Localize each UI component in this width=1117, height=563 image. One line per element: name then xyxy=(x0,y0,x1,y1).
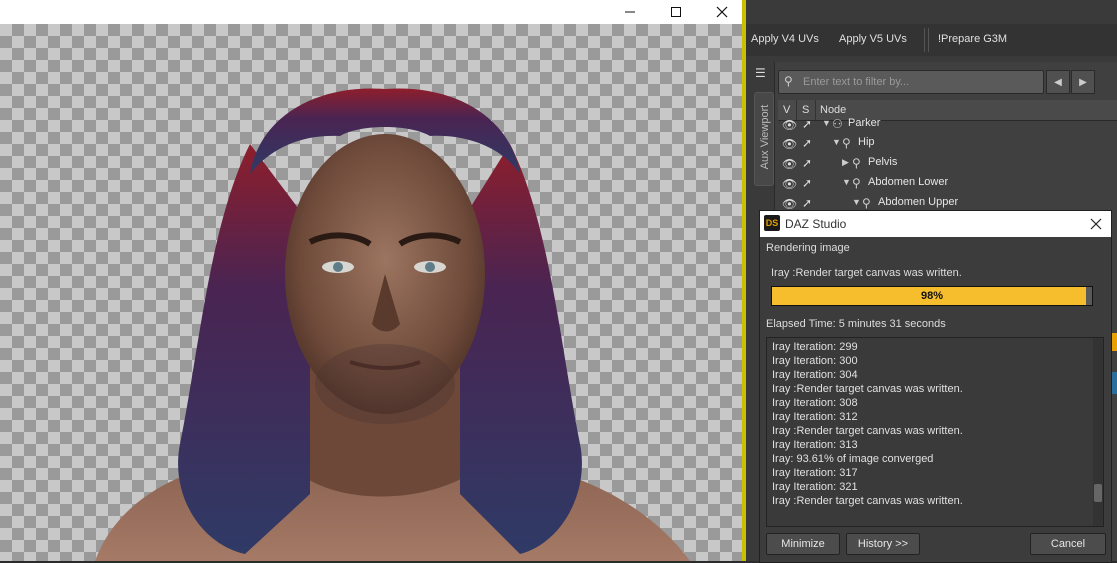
expand-toggle-icon[interactable]: ▶ xyxy=(842,157,849,168)
prepare-g3m-button[interactable]: !Prepare G3M xyxy=(938,33,1007,45)
maximize-icon xyxy=(671,7,681,17)
render-progress-bar: 98% xyxy=(771,286,1093,306)
eye-icon[interactable]: 👁 xyxy=(782,197,797,211)
bone-icon: ⚲ xyxy=(862,196,871,210)
panel-menu-icon[interactable]: ☰ xyxy=(755,66,771,82)
pointer-icon[interactable]: ➚ xyxy=(802,196,812,210)
dialog-close-button[interactable] xyxy=(1085,213,1107,235)
log-line: Iray Iteration: 308 xyxy=(772,397,858,409)
progress-percent-label: 98% xyxy=(920,290,944,302)
expand-toggle-icon[interactable]: ▼ xyxy=(822,118,831,128)
expand-toggle-icon[interactable]: ▼ xyxy=(842,177,851,187)
log-line: Iray :Render target canvas was written. xyxy=(772,425,963,437)
eye-icon[interactable]: 👁 xyxy=(782,137,797,151)
filter-input[interactable] xyxy=(803,74,1033,90)
apply-v5-uvs-button[interactable]: Apply V5 UVs xyxy=(839,33,907,45)
node-label: Pelvis xyxy=(868,156,898,168)
eye-icon[interactable]: 👁 xyxy=(782,157,797,171)
node-label: Parker xyxy=(848,117,881,129)
minimize-button[interactable]: Minimize xyxy=(766,533,840,555)
dialog-title: DAZ Studio xyxy=(785,217,847,231)
render-titlebar xyxy=(0,0,745,24)
tab-aux-viewport-label: Aux Viewport xyxy=(759,104,771,170)
log-line: Iray Iteration: 317 xyxy=(772,467,858,479)
daz-studio-logo-icon: DS xyxy=(764,215,780,231)
bone-icon: ⚲ xyxy=(852,156,861,170)
tab-aux-viewport[interactable]: Aux Viewport xyxy=(754,92,774,186)
log-line: Iray Iteration: 299 xyxy=(772,341,858,353)
rendered-portrait-image xyxy=(95,88,690,561)
toolbar-divider xyxy=(928,28,929,52)
dialog-titlebar: DS DAZ Studio xyxy=(760,211,1111,237)
render-window xyxy=(0,0,745,561)
dialog-heading: Rendering image xyxy=(766,242,850,254)
log-line: Iray: 93.61% of image converged xyxy=(772,453,934,465)
log-scrollbar-thumb[interactable] xyxy=(1094,484,1102,502)
eye-icon[interactable]: 👁 xyxy=(782,118,797,132)
log-scrollbar[interactable] xyxy=(1093,338,1103,526)
expand-toggle-icon[interactable]: ▼ xyxy=(852,197,861,207)
toolbar-divider xyxy=(924,28,925,52)
render-progress-dialog: DS DAZ Studio Rendering image Iray :Rend… xyxy=(759,210,1112,563)
node-label: Abdomen Upper xyxy=(878,196,959,208)
window-maximize-button[interactable] xyxy=(653,0,699,24)
toolbar: Apply V4 UVs Apply V5 UVs !Prepare G3M xyxy=(746,24,1117,56)
minimize-icon xyxy=(625,11,635,13)
log-line: Iray :Render target canvas was written. xyxy=(772,383,963,395)
figure-icon: ⚇ xyxy=(832,117,843,131)
log-line: Iray :Render target canvas was written. xyxy=(772,495,963,507)
render-canvas xyxy=(0,24,745,561)
tree-row[interactable]: 👁 ➚ ▼ ⚲ Abdomen Lower xyxy=(778,173,1117,193)
window-close-button[interactable] xyxy=(699,0,745,24)
bone-icon: ⚲ xyxy=(842,136,851,150)
tree-row[interactable]: 👁 ➚ ▼ ⚇ Parker xyxy=(778,114,1117,134)
close-icon xyxy=(716,6,728,18)
bone-icon: ⚲ xyxy=(852,176,861,190)
apply-v4-uvs-button[interactable]: Apply V4 UVs xyxy=(751,33,819,45)
elapsed-time-label: Elapsed Time: 5 minutes 31 seconds xyxy=(766,318,946,330)
pointer-icon[interactable]: ➚ xyxy=(802,176,812,190)
pointer-icon[interactable]: ➚ xyxy=(802,136,812,150)
render-log[interactable]: Iray Iteration: 299 Iray Iteration: 300 … xyxy=(766,337,1104,527)
history-button[interactable]: History >> xyxy=(846,533,920,555)
log-line: Iray Iteration: 312 xyxy=(772,411,858,423)
back-arrow-button[interactable]: ◀ xyxy=(1046,70,1070,94)
search-icon: ⚲ xyxy=(784,74,793,88)
pointer-icon[interactable]: ➚ xyxy=(802,117,812,131)
tree-row[interactable]: 👁 ➚ ▼ ⚲ Hip xyxy=(778,133,1117,153)
window-minimize-button[interactable] xyxy=(607,0,653,24)
arrow-right-icon: ▶ xyxy=(1079,76,1087,88)
close-icon xyxy=(1090,218,1102,230)
eye-icon[interactable]: 👁 xyxy=(782,177,797,191)
log-line: Iray Iteration: 313 xyxy=(772,439,858,451)
expand-toggle-icon[interactable]: ▼ xyxy=(832,137,841,147)
arrow-left-icon: ◀ xyxy=(1054,76,1062,88)
filter-bar: ⚲ xyxy=(778,70,1044,94)
log-lines: Iray Iteration: 299 Iray Iteration: 300 … xyxy=(772,340,963,508)
pointer-icon[interactable]: ➚ xyxy=(802,156,812,170)
forward-arrow-button[interactable]: ▶ xyxy=(1071,70,1095,94)
log-line: Iray Iteration: 321 xyxy=(772,481,858,493)
tree-row[interactable]: 👁 ➚ ▶ ⚲ Pelvis xyxy=(778,153,1117,173)
log-line: Iray Iteration: 300 xyxy=(772,355,858,367)
node-label: Hip xyxy=(858,136,875,148)
render-status-text: Iray :Render target canvas was written. xyxy=(771,267,962,279)
cancel-button[interactable]: Cancel xyxy=(1030,533,1106,555)
log-line: Iray Iteration: 304 xyxy=(772,369,858,381)
node-label: Abdomen Lower xyxy=(868,176,949,188)
